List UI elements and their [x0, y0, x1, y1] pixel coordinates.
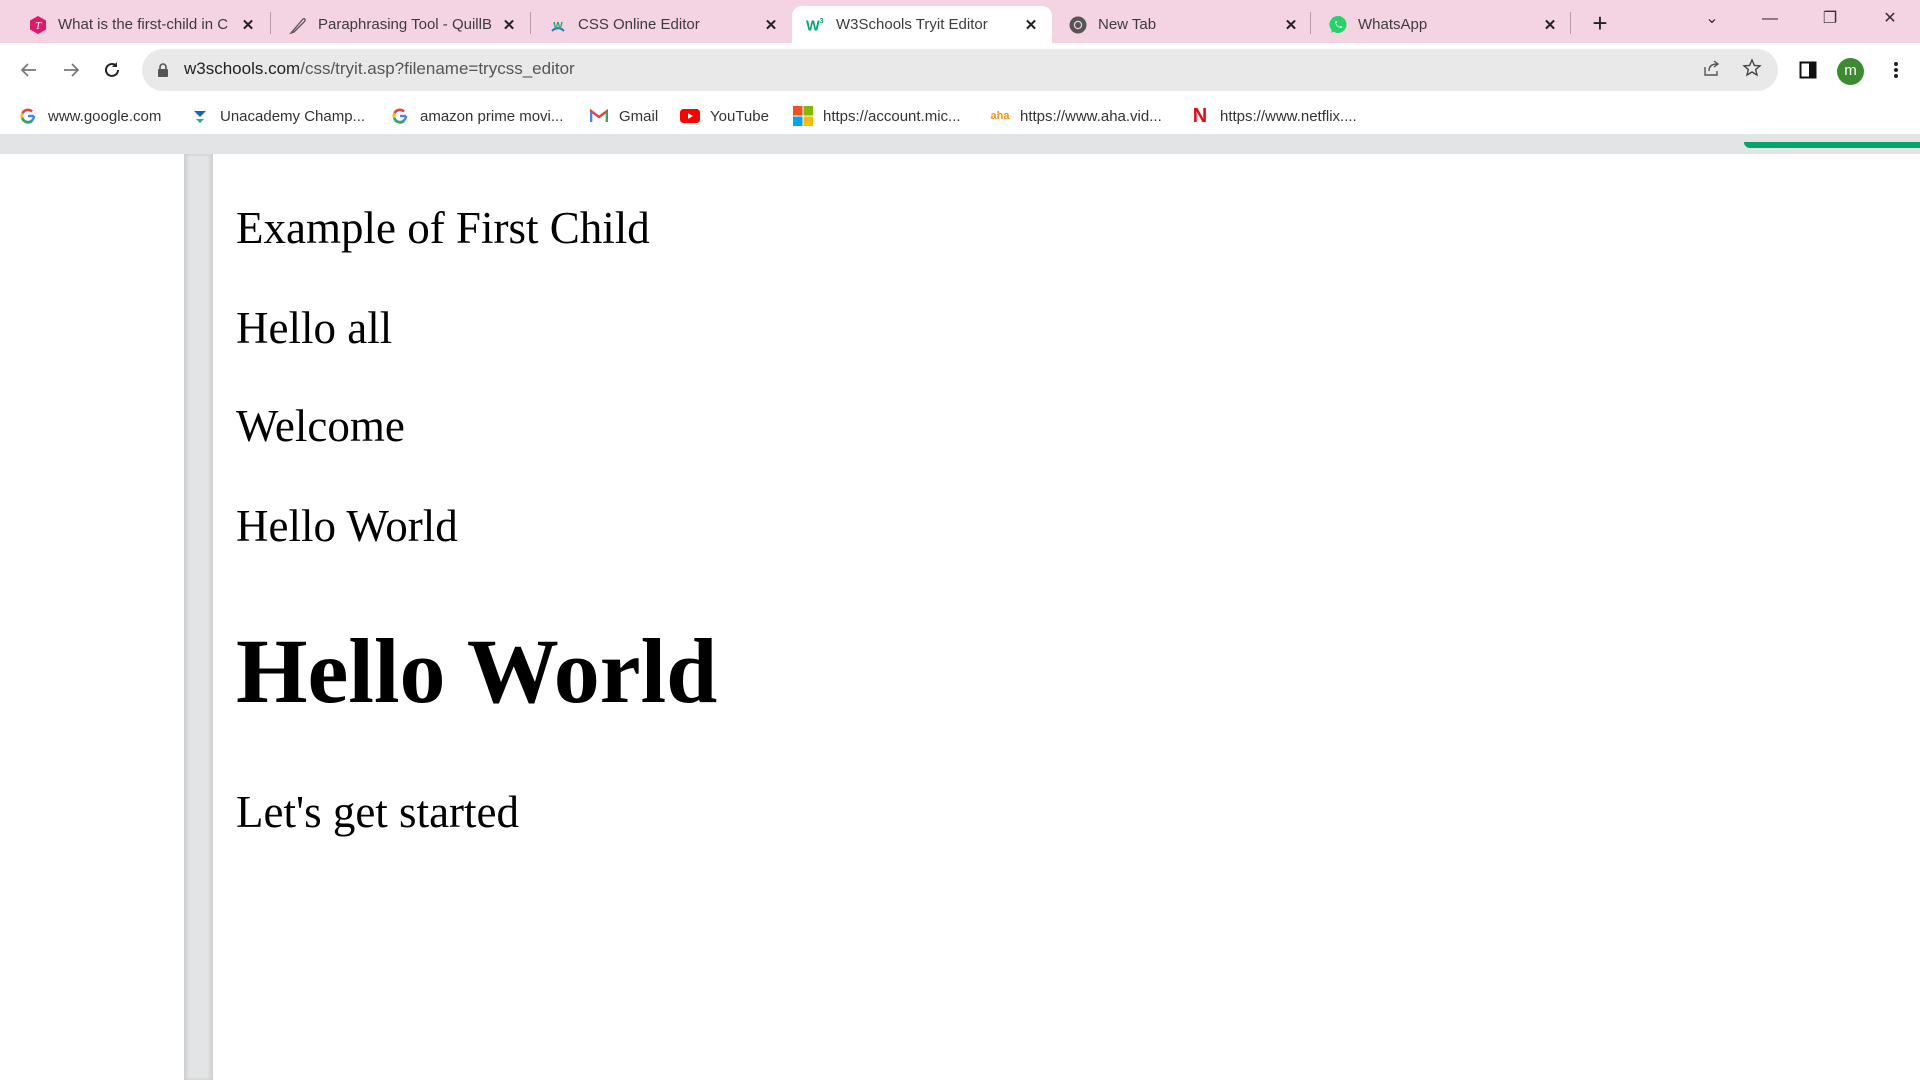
tab-title: Paraphrasing Tool - QuillB: [318, 16, 492, 33]
bookmark-label: https://www.aha.vid...: [1020, 107, 1162, 125]
share-icon[interactable]: [1700, 58, 1724, 82]
bookmark-amazon-prime[interactable]: amazon prime movi...: [390, 104, 563, 128]
tab-first-child[interactable]: T What is the first-child in C ✕: [14, 6, 269, 43]
bookmark-label: https://account.mic...: [823, 107, 961, 125]
tab-search-button[interactable]: ⌄: [1692, 4, 1732, 34]
tab-whatsapp[interactable]: WhatsApp ✕: [1314, 6, 1571, 43]
url-host: w3schools.com: [184, 59, 301, 78]
url-path: /css/tryit.asp?filename=trycss_editor: [300, 59, 575, 78]
gmail-icon: [589, 106, 609, 126]
url-text[interactable]: w3schools.com/css/tryit.asp?filename=try…: [184, 59, 575, 79]
paragraph-welcome: Welcome: [236, 401, 405, 451]
paragraph-hello-all: Hello all: [236, 303, 393, 353]
browser-toolbar: w3schools.com/css/tryit.asp?filename=try…: [0, 43, 1920, 98]
w-editor-icon: W: [548, 15, 568, 35]
tab-separator: [530, 12, 531, 34]
tab-title: WhatsApp: [1358, 16, 1428, 33]
svg-text:W: W: [553, 21, 563, 32]
bookmark-label: Gmail: [619, 107, 659, 125]
tab-title: W3Schools Tryit Editor: [836, 16, 988, 33]
feather-icon: [288, 15, 308, 35]
tab-strip: T What is the first-child in C ✕ Paraphr…: [0, 0, 1920, 43]
svg-text:W: W: [806, 18, 820, 34]
close-tab-icon[interactable]: ✕: [239, 16, 257, 34]
side-panel-icon: [1799, 61, 1817, 79]
code-editor-panel[interactable]: [0, 154, 184, 1080]
restore-button[interactable]: ❐: [1810, 4, 1850, 34]
netflix-icon: N: [1192, 104, 1208, 127]
bookmark-google[interactable]: www.google.com: [18, 104, 161, 128]
w3-green-bar: [1744, 142, 1920, 148]
close-tab-icon[interactable]: ✕: [500, 16, 518, 34]
tab-quillbot[interactable]: Paraphrasing Tool - QuillB ✕: [274, 6, 530, 43]
youtube-icon: [680, 106, 700, 126]
tab-separator: [1310, 12, 1311, 34]
arrow-left-icon: [20, 63, 36, 77]
bookmark-label: amazon prime movi...: [420, 107, 564, 125]
menu-button[interactable]: [1881, 55, 1911, 85]
bookmark-label: www.google.com: [48, 107, 162, 125]
tab-w3schools-tryit[interactable]: W3 W3Schools Tryit Editor ✕: [792, 6, 1052, 43]
aha-icon: aha: [990, 110, 1010, 122]
reload-icon: [105, 62, 119, 77]
bookmark-label: https://www.netflix....: [1220, 107, 1357, 125]
bookmark-star-icon[interactable]: [1740, 58, 1764, 82]
chrome-icon: [1068, 15, 1088, 35]
w3schools-icon: W3: [806, 15, 826, 35]
arrow-right-icon: [64, 63, 80, 77]
paragraph-hello-world: Hello World: [236, 501, 458, 551]
address-bar[interactable]: w3schools.com/css/tryit.asp?filename=try…: [142, 49, 1778, 91]
bookmark-unacademy[interactable]: Unacademy Champ...: [190, 104, 365, 128]
profile-avatar[interactable]: m: [1837, 58, 1864, 85]
whatsapp-icon: [1328, 15, 1348, 35]
close-tab-icon[interactable]: ✕: [762, 16, 780, 34]
result-panel: Example of First Child Hello all Welcome…: [213, 154, 1920, 1080]
tab-separator: [270, 12, 271, 34]
bookmark-gmail[interactable]: Gmail: [589, 104, 658, 128]
google-icon: [390, 106, 410, 126]
example-heading: Example of First Child: [236, 203, 650, 253]
google-icon: [18, 106, 38, 126]
tab-title: New Tab: [1098, 16, 1157, 33]
tab-css-online-editor[interactable]: W CSS Online Editor ✕: [534, 6, 792, 43]
svg-text:T: T: [35, 20, 42, 32]
bookmark-label: YouTube: [710, 107, 769, 125]
tab-separator: [1570, 12, 1571, 34]
bookmarks-bar: www.google.com Unacademy Champ... amazon…: [0, 98, 1920, 134]
tab-new-tab[interactable]: New Tab ✕: [1054, 6, 1312, 43]
svg-text:3: 3: [820, 16, 824, 25]
reload-button[interactable]: [95, 53, 129, 87]
close-tab-icon[interactable]: ✕: [1022, 16, 1040, 34]
close-tab-icon[interactable]: ✕: [1541, 16, 1559, 34]
minimize-button[interactable]: —: [1750, 4, 1790, 34]
microsoft-icon: [793, 106, 813, 126]
bookmark-label: Unacademy Champ...: [220, 107, 366, 125]
side-panel-button[interactable]: [1793, 55, 1823, 85]
tab-title: CSS Online Editor: [578, 16, 700, 33]
close-window-button[interactable]: ✕: [1870, 4, 1910, 34]
unacademy-icon: [190, 106, 210, 126]
close-tab-icon[interactable]: ✕: [1282, 16, 1300, 34]
tab-title: What is the first-child in C: [58, 16, 229, 33]
paragraph-lets-get-started: Let's get started: [236, 787, 520, 837]
bookmark-aha[interactable]: aha https://www.aha.vid...: [990, 104, 1162, 128]
bookmark-microsoft[interactable]: https://account.mic...: [793, 104, 961, 128]
lock-icon: [158, 63, 168, 77]
back-button[interactable]: [12, 53, 46, 87]
forward-button[interactable]: [54, 53, 88, 87]
panel-resize-handle[interactable]: [184, 154, 213, 1080]
tutorial-red-icon: T: [28, 15, 48, 35]
new-tab-button[interactable]: +: [1585, 8, 1615, 38]
more-vert-icon: [1894, 62, 1898, 78]
bookmark-netflix[interactable]: N https://www.netflix....: [1190, 104, 1357, 128]
heading-hello-world: Hello World: [236, 620, 718, 722]
bookmark-youtube[interactable]: YouTube: [680, 104, 769, 128]
page-content: Example of First Child Hello all Welcome…: [0, 134, 1920, 1080]
